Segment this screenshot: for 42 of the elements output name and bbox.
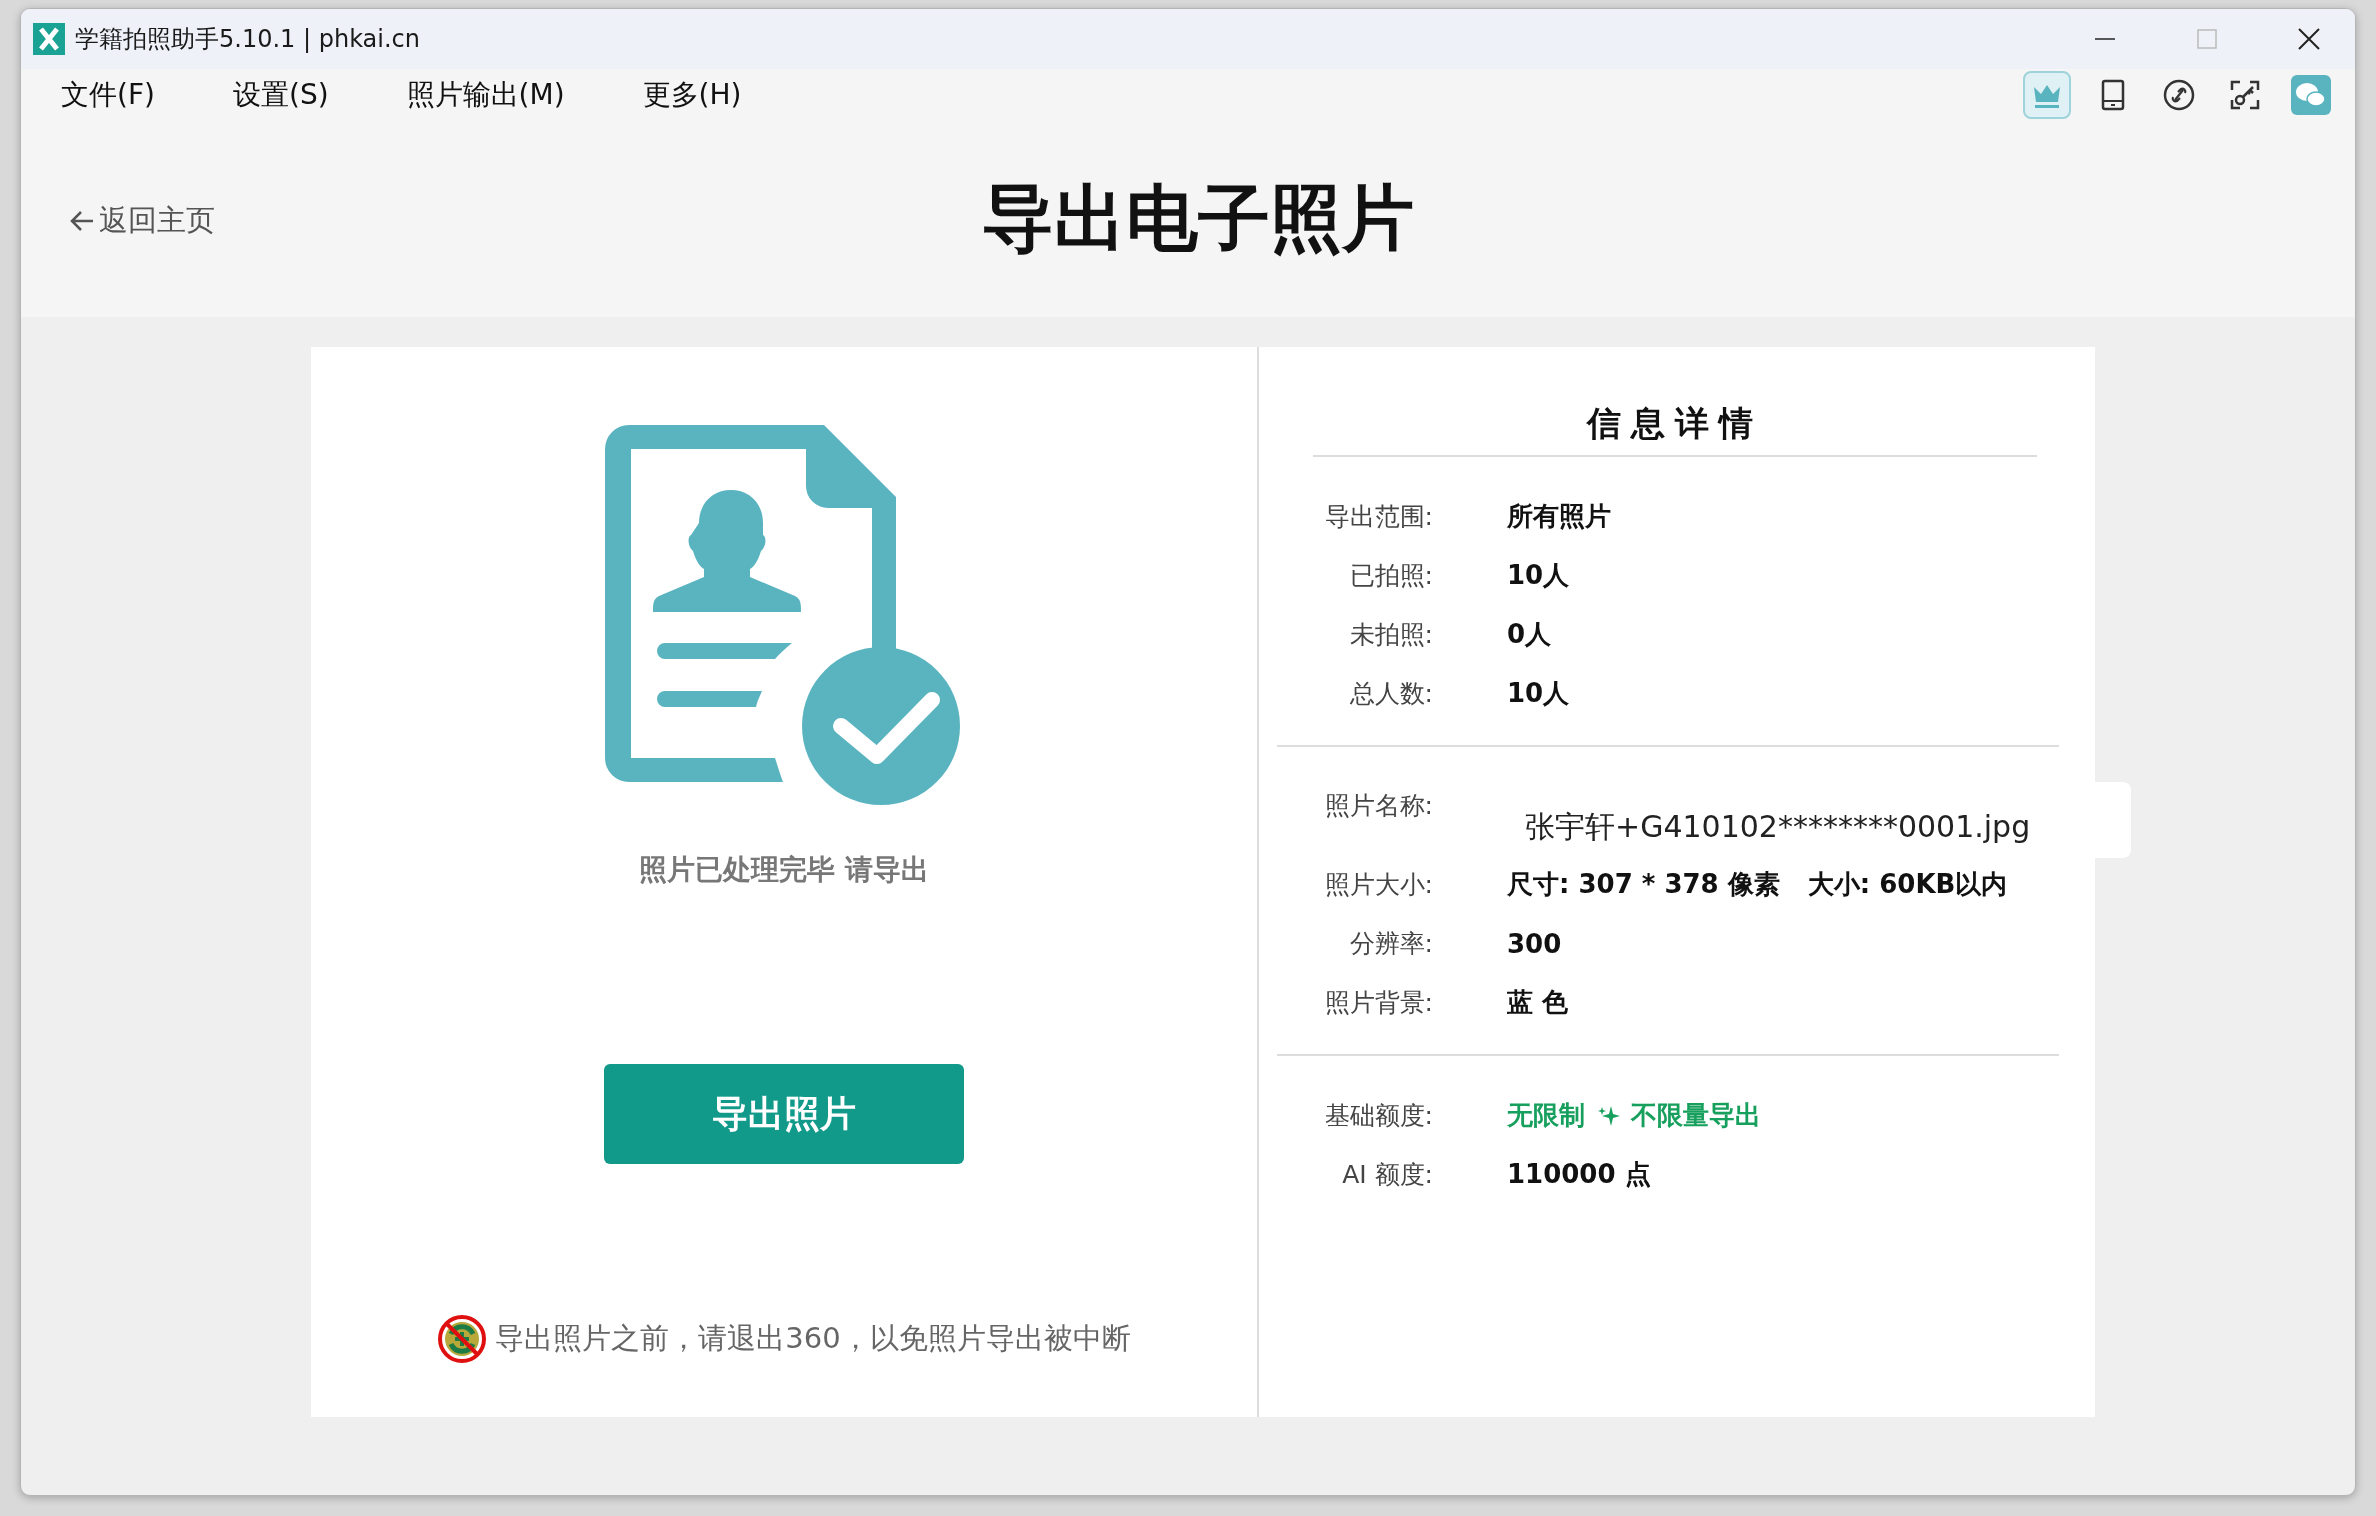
field-value: 尺寸: 307 * 378 像素 (1507, 868, 1780, 901)
back-label[interactable]: 返回主页 (99, 201, 215, 241)
field-label: 分辨率: (1348, 928, 1433, 960)
page-title: 导出电子照片 (982, 175, 1414, 262)
field-value: 10人 (1507, 677, 1570, 710)
field-value: 大小: 60KB以内 (1807, 868, 2008, 901)
export-button[interactable]: 导出照片 (604, 1064, 964, 1164)
field-value: 0人 (1507, 618, 1552, 651)
field-label: 总人数: (1348, 678, 1433, 710)
menu-item[interactable]: 文件(F) (61, 76, 155, 114)
field-label: 照片大小: (1323, 869, 1433, 901)
menu-item[interactable]: 更多(H) (642, 76, 742, 114)
field-value: 110000 点 (1507, 1158, 1651, 1191)
details-title: 信息详情 (1313, 401, 2037, 457)
minimize-icon (2095, 38, 2115, 40)
link-icon (2162, 78, 2196, 112)
chat-icon (2291, 75, 2331, 115)
field-label: 未拍照: (1348, 619, 1433, 651)
no-360-icon (437, 1314, 488, 1364)
field-value: 300 (1507, 928, 1562, 959)
close-icon (2298, 28, 2320, 50)
field-label: 照片背景: (1323, 987, 1433, 1019)
field-label: 已拍照: (1348, 560, 1433, 592)
warning-text: 导出照片之前，请退出360，以免照片导出被中断 (495, 1320, 1131, 1357)
field-value: 蓝 色 (1507, 986, 1569, 1019)
menu-item[interactable]: 设置(S) (232, 76, 329, 114)
window-title: 学籍拍照助手5.10.1 | phkai.cn (75, 24, 421, 55)
field-label: 基础额度: (1323, 1100, 1433, 1132)
key-icon (2228, 78, 2262, 112)
field-value: 所有照片 (1507, 500, 1611, 533)
maximize-icon (2197, 29, 2217, 49)
back-link[interactable]: 返回主页 (69, 201, 215, 241)
field-value: 10人 (1507, 559, 1570, 592)
menu-item[interactable]: 照片输出(M) (406, 76, 565, 114)
field-label: AI 额度: (1341, 1159, 1433, 1191)
field-value: 不限量导出 (1631, 1099, 1761, 1132)
field-value: 张宇轩+G410102********0001.jpg (1525, 808, 2031, 846)
app-logo-icon (33, 23, 65, 55)
status-caption: 照片已处理完毕 请导出 (639, 852, 929, 888)
field-value: 无限制 (1507, 1099, 1585, 1132)
field-label: 导出范围: (1323, 501, 1433, 533)
field-label: 照片名称: (1323, 790, 1433, 822)
